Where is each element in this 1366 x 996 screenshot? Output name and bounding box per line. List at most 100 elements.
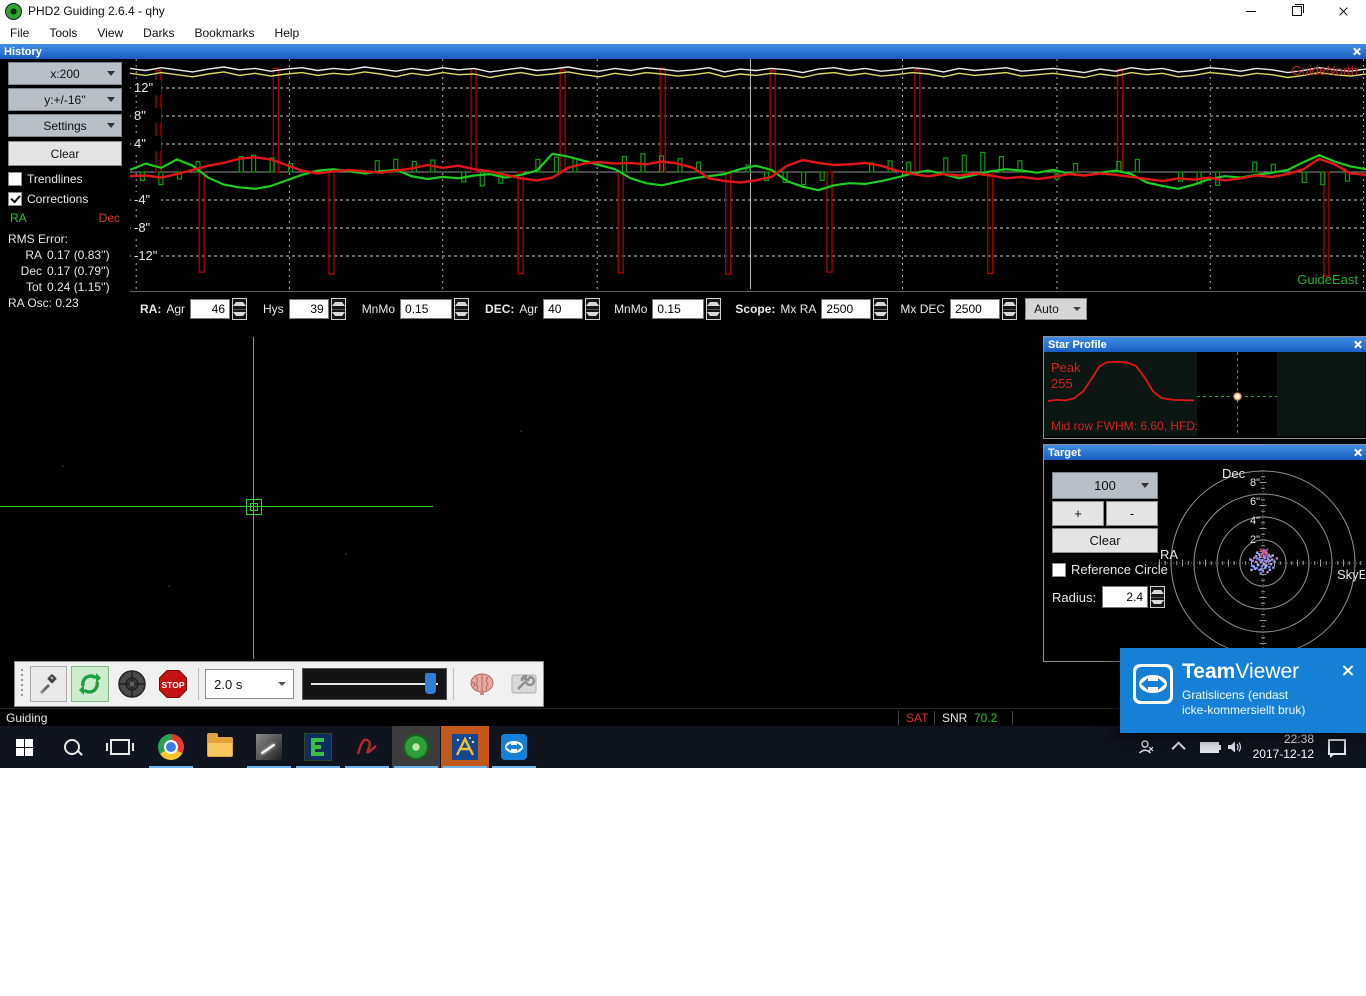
skychart-icon bbox=[452, 734, 478, 760]
chevron-down-icon bbox=[278, 682, 286, 686]
star-profile-body: Peak 255 Mid row FWHM: 6.60, HFD: bbox=[1044, 352, 1365, 436]
battery-icon bbox=[1200, 742, 1219, 753]
zoom-in-button[interactable]: + bbox=[1052, 501, 1104, 526]
teamviewer-logo-icon bbox=[1133, 664, 1173, 704]
radius-stepper[interactable] bbox=[1150, 586, 1165, 608]
dec-minmove-stepper[interactable] bbox=[706, 298, 721, 320]
star-thumbnail bbox=[1197, 352, 1277, 436]
status-sat: SAT bbox=[906, 711, 928, 725]
guide-button[interactable] bbox=[113, 666, 151, 702]
corrections-checkbox[interactable] bbox=[8, 192, 22, 206]
max-ra-stepper[interactable] bbox=[873, 298, 888, 320]
brain-icon bbox=[468, 671, 496, 697]
menu-darks[interactable]: Darks bbox=[133, 24, 184, 43]
settings-label: Settings bbox=[43, 119, 86, 133]
license-line1: Gratislicens (endast bbox=[1182, 688, 1305, 703]
trendlines-checkbox[interactable] bbox=[8, 172, 22, 186]
star-profile-close-icon[interactable] bbox=[1353, 340, 1362, 349]
radius-input[interactable]: 2.4 bbox=[1102, 586, 1148, 608]
menu-view[interactable]: View bbox=[87, 24, 133, 43]
menu-file[interactable]: File bbox=[0, 24, 39, 43]
screen: PHD2 Guiding 2.6.4 - qhy File Tools View… bbox=[0, 0, 1366, 996]
hysteresis-input[interactable]: 39 bbox=[289, 299, 329, 319]
toolbar-grip[interactable] bbox=[18, 669, 26, 699]
chevron-down-icon bbox=[1073, 307, 1081, 311]
menu-tools[interactable]: Tools bbox=[39, 24, 87, 43]
brain-settings-button[interactable] bbox=[464, 666, 502, 702]
menu-help[interactable]: Help bbox=[265, 24, 310, 43]
camera-settings-button[interactable] bbox=[505, 666, 543, 702]
taskbar-skychart-attention[interactable] bbox=[441, 726, 489, 768]
ra-minmove-stepper[interactable] bbox=[454, 298, 469, 320]
rms-tot-value: 0.24 (1.15'') bbox=[47, 279, 110, 295]
ra-aggression-input[interactable]: 46 bbox=[190, 299, 230, 319]
clear-button[interactable]: Clear bbox=[8, 141, 122, 166]
rms-stats: RMS Error: RA0.17 (0.83'') Dec0.17 (0.79… bbox=[8, 231, 130, 311]
rms-tot-label: Tot bbox=[8, 279, 42, 295]
folder-icon bbox=[207, 737, 233, 757]
ra-minmove-input[interactable]: 0.15 bbox=[400, 299, 452, 319]
search-button[interactable] bbox=[48, 726, 96, 768]
taskbar-file-explorer[interactable] bbox=[196, 726, 244, 768]
user-icon bbox=[1138, 739, 1154, 755]
legend-ra: RA bbox=[10, 211, 27, 225]
hysteresis-stepper[interactable] bbox=[331, 298, 346, 320]
max-ra-input[interactable]: 2500 bbox=[821, 299, 871, 319]
running-indicator bbox=[394, 766, 438, 768]
target-close-icon[interactable] bbox=[1353, 448, 1362, 457]
svg-text:GuideNorth: GuideNorth bbox=[1292, 63, 1358, 78]
dec-agr-label: Agr bbox=[519, 302, 538, 316]
close-button[interactable] bbox=[1320, 0, 1366, 22]
target-header[interactable]: Target bbox=[1044, 445, 1366, 460]
svg-text:STOP: STOP bbox=[162, 680, 185, 690]
faint-star bbox=[520, 430, 522, 432]
faint-star bbox=[168, 585, 170, 587]
loop-exposures-button[interactable] bbox=[71, 666, 109, 702]
history-pane-header[interactable]: History bbox=[0, 44, 1366, 59]
teamviewer-popup: TeamViewer Gratislicens (endast icke-kom… bbox=[1120, 648, 1366, 733]
photo-icon bbox=[256, 734, 282, 760]
dec-mode-select[interactable]: Auto bbox=[1025, 298, 1087, 320]
max-dec-input[interactable]: 2500 bbox=[950, 299, 1000, 319]
task-view-button[interactable] bbox=[96, 726, 144, 768]
minimize-button[interactable] bbox=[1228, 0, 1274, 22]
phd2-icon bbox=[403, 734, 429, 760]
connect-equipment-button[interactable] bbox=[30, 666, 68, 702]
taskbar-phd2-active[interactable] bbox=[392, 726, 440, 768]
taskbar-photos[interactable] bbox=[245, 726, 293, 768]
target-clear-button[interactable]: Clear bbox=[1052, 528, 1158, 553]
ra-aggression-stepper[interactable] bbox=[232, 298, 247, 320]
history-pane: History x:200 y:+/-16'' Settings Clear T… bbox=[0, 44, 1366, 330]
reference-circle-checkbox[interactable] bbox=[1052, 563, 1066, 577]
screen-blank-area bbox=[0, 768, 1366, 996]
menu-bookmarks[interactable]: Bookmarks bbox=[185, 24, 265, 43]
teamviewer-close-icon[interactable] bbox=[1342, 664, 1354, 676]
history-close-icon[interactable] bbox=[1352, 47, 1361, 56]
restore-button[interactable] bbox=[1274, 0, 1320, 22]
slider-handle[interactable] bbox=[425, 673, 436, 694]
dec-aggression-stepper[interactable] bbox=[585, 298, 600, 320]
running-indicator bbox=[443, 766, 487, 768]
history-graph-svg: 12"8"4"-4"-8"-12"GuideNorthGuideEast bbox=[130, 59, 1366, 289]
stop-button[interactable]: STOP bbox=[155, 666, 193, 702]
y-scale-dropdown[interactable]: y:+/-16'' bbox=[8, 88, 122, 111]
zoom-out-button[interactable]: - bbox=[1106, 501, 1158, 526]
x-scale-dropdown[interactable]: x:200 bbox=[8, 62, 122, 85]
start-button[interactable] bbox=[0, 726, 48, 768]
exposure-select[interactable]: 2.0 s bbox=[205, 669, 294, 699]
target-body: 8"6"4"2"DecRASkyESkyN 100 + - Clear Refe… bbox=[1044, 460, 1365, 659]
star-profile-header[interactable]: Star Profile bbox=[1044, 337, 1366, 352]
dec-aggression-input[interactable]: 40 bbox=[543, 299, 583, 319]
dec-minmove-input[interactable]: 0.15 bbox=[652, 299, 704, 319]
teamviewer-brand: TeamViewer bbox=[1182, 660, 1299, 684]
license-line2: icke-kommersiellt bruk) bbox=[1182, 703, 1305, 718]
gamma-slider[interactable] bbox=[302, 668, 447, 700]
taskbar-chrome[interactable] bbox=[147, 726, 195, 768]
taskbar-teamviewer[interactable] bbox=[490, 726, 538, 768]
faint-star bbox=[345, 553, 347, 555]
settings-dropdown[interactable]: Settings bbox=[8, 114, 122, 137]
taskbar-eqmod[interactable] bbox=[294, 726, 342, 768]
taskbar-astroapp[interactable] bbox=[343, 726, 391, 768]
max-dec-stepper[interactable] bbox=[1002, 298, 1017, 320]
target-zoom-dropdown[interactable]: 100 bbox=[1052, 472, 1158, 499]
